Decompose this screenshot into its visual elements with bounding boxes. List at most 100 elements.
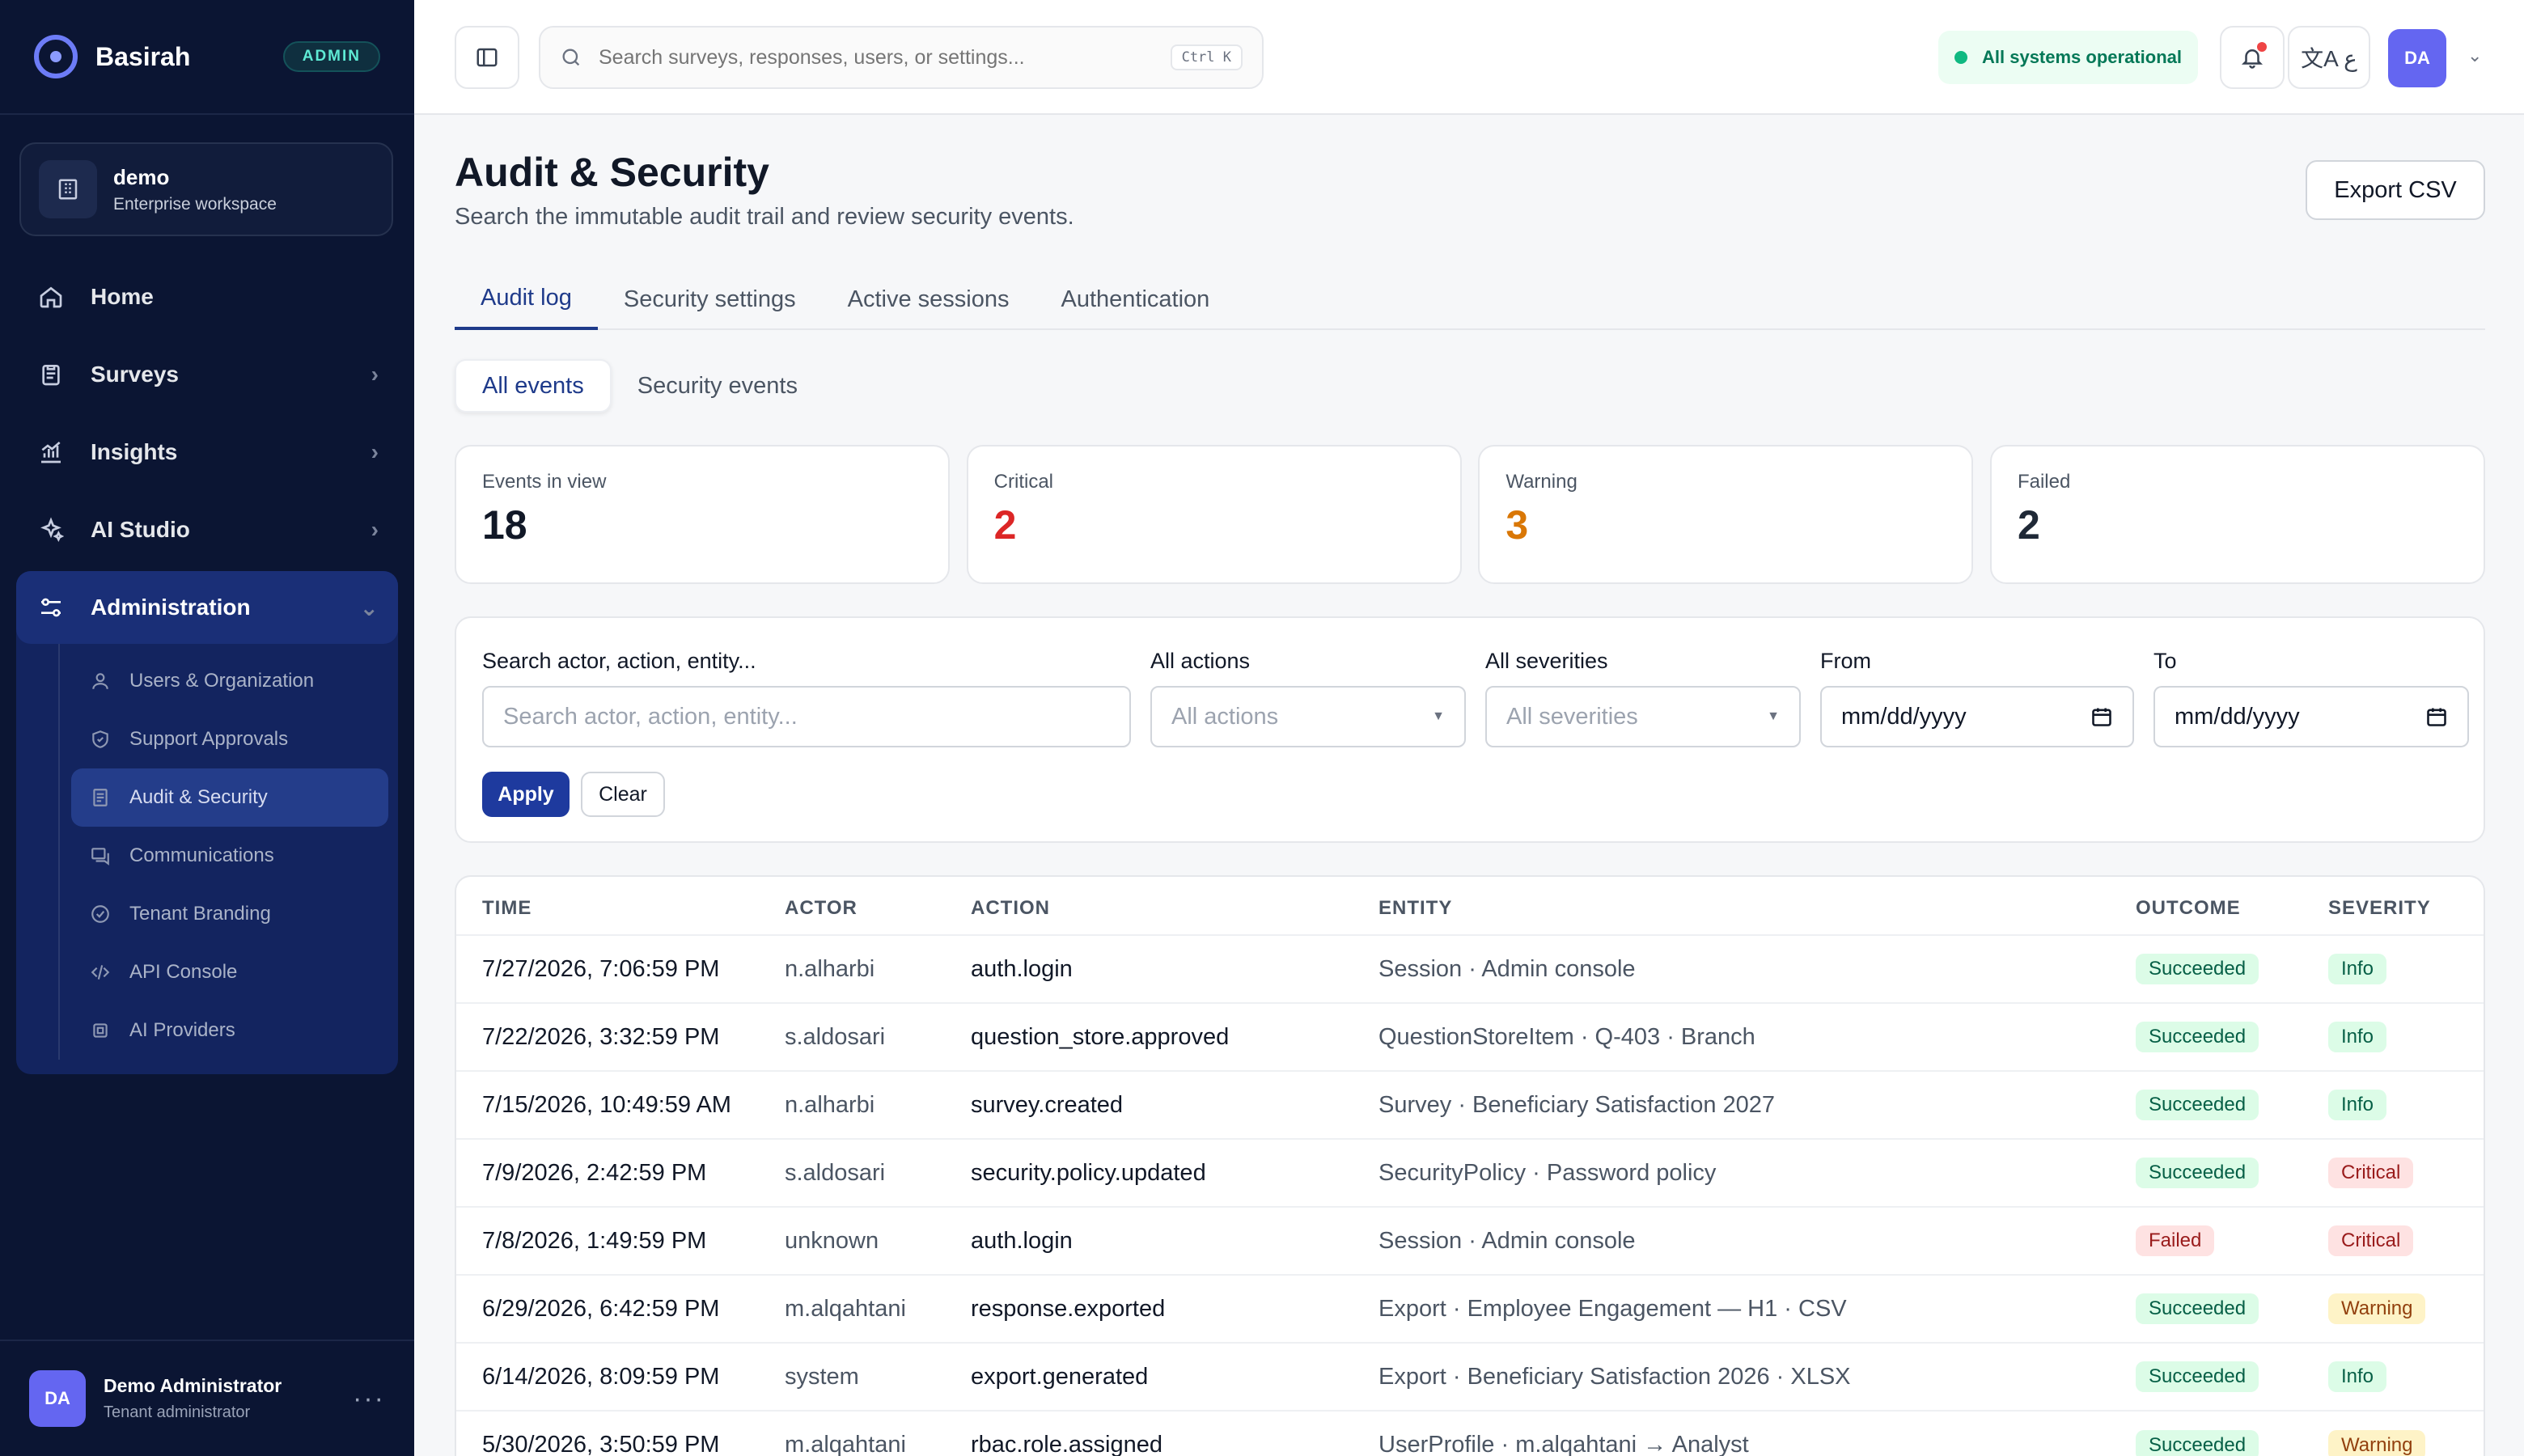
clear-button[interactable]: Clear [581, 772, 665, 817]
sidebar-item-communications[interactable]: Communications [71, 827, 388, 885]
severities-select[interactable]: All severities ▼ [1485, 686, 1801, 747]
segment-security-events[interactable]: Security events [612, 359, 824, 413]
sidebar-item-users-organization[interactable]: Users & Organization [71, 652, 388, 710]
from-date-input[interactable]: mm/dd/yyyy [1820, 686, 2134, 747]
basirah-logo-icon[interactable] [34, 35, 78, 78]
table-row[interactable]: 7/15/2026, 10:49:59 AM n.alharbi survey.… [456, 1070, 2484, 1139]
admin-group: Administration ⌄ Users & Organization Su… [16, 571, 398, 1074]
cell-time: 7/9/2026, 2:42:59 PM [456, 1138, 785, 1207]
page-subtitle: Search the immutable audit trail and rev… [455, 204, 1074, 230]
table-row[interactable]: 7/27/2026, 7:06:59 PM n.alharbi auth.log… [456, 934, 2484, 1003]
users-icon [89, 670, 112, 692]
sidebar-nav: Home Surveys › Insights › AI Studio › Ad… [16, 260, 398, 1074]
notifications-button[interactable] [2220, 26, 2285, 89]
search-filter-label: Search actor, action, entity... [482, 649, 756, 673]
sidebar-item-insights[interactable]: Insights › [16, 416, 398, 489]
actions-filter-label: All actions [1150, 649, 1251, 673]
stat-card-events: Events in view 18 [455, 445, 950, 584]
stat-value: 2 [993, 502, 1017, 548]
language-button[interactable]: 文A ع [2288, 26, 2370, 89]
outcome-badge: Succeeded [2136, 1090, 2259, 1120]
sidebar-item-label: Home [91, 284, 154, 309]
global-search[interactable]: Ctrl K [539, 26, 1264, 89]
sliders-icon [36, 592, 66, 623]
column-header-actor[interactable]: ACTOR [785, 877, 971, 935]
page-title: Audit & Security [455, 150, 769, 195]
workspace-switcher[interactable]: demo Enterprise workspace [19, 142, 393, 236]
column-header-entity[interactable]: ENTITY [1378, 877, 2136, 935]
user-role: Tenant administrator [104, 1403, 251, 1421]
column-header-outcome[interactable]: OUTCOME [2136, 877, 2328, 935]
sidebar-item-ai-providers[interactable]: AI Providers [71, 1001, 388, 1060]
system-status-badge[interactable]: All systems operational [1938, 31, 2198, 84]
table-row[interactable]: 6/29/2026, 6:42:59 PM m.alqahtani respon… [456, 1274, 2484, 1343]
table-row[interactable]: 5/30/2026, 3:50:59 PM m.alqahtani rbac.r… [456, 1410, 2484, 1456]
sidebar-item-ai-studio[interactable]: AI Studio › [16, 493, 398, 566]
from-date-label: From [1820, 649, 1871, 673]
table-row[interactable]: 7/9/2026, 2:42:59 PM s.aldosari security… [456, 1138, 2484, 1207]
stat-card-critical: Critical 2 [966, 445, 1462, 584]
sidebar-item-support-approvals[interactable]: Support Approvals [71, 710, 388, 768]
export-csv-button[interactable]: Export CSV [2306, 160, 2485, 220]
chevron-right-icon: › [371, 517, 379, 542]
sidebar-toggle-button[interactable] [455, 26, 519, 89]
event-filter-segment: All events Security events [455, 359, 824, 413]
sidebar-user[interactable]: DA Demo Administrator Tenant administrat… [0, 1340, 414, 1456]
cell-action: export.generated [971, 1342, 1378, 1411]
sidebar-item-home[interactable]: Home [16, 260, 398, 333]
severity-badge: Warning [2328, 1293, 2426, 1324]
table-row[interactable]: 7/22/2026, 3:32:59 PM s.aldosari questio… [456, 1002, 2484, 1071]
table-header-row: TIME ACTOR ACTION ENTITY OUTCOME SEVERIT… [456, 877, 2484, 935]
search-input[interactable] [599, 45, 1171, 70]
sidebar-item-api-console[interactable]: API Console [71, 943, 388, 1001]
sidebar-item-surveys[interactable]: Surveys › [16, 338, 398, 411]
cell-action: auth.login [971, 1206, 1378, 1275]
cell-entity: SecurityPolicy · Password policy [1378, 1138, 2136, 1207]
tabs: Audit log Security settings Active sessi… [455, 269, 2485, 330]
actions-select[interactable]: All actions ▼ [1150, 686, 1466, 747]
cell-action: response.exported [971, 1274, 1378, 1343]
message-icon [89, 844, 112, 867]
more-icon[interactable]: ··· [353, 1383, 385, 1415]
tab-security-settings[interactable]: Security settings [598, 269, 822, 330]
admin-sub-list: Users & Organization Support Approvals A… [58, 644, 398, 1060]
tab-authentication[interactable]: Authentication [1035, 269, 1235, 330]
audit-log-table: TIME ACTOR ACTION ENTITY OUTCOME SEVERIT… [455, 875, 2485, 1456]
table-row[interactable]: 7/8/2026, 1:49:59 PM unknown auth.login … [456, 1206, 2484, 1275]
segment-all-events[interactable]: All events [455, 359, 612, 413]
cell-actor: s.aldosari [785, 1138, 971, 1207]
column-header-action[interactable]: ACTION [971, 877, 1378, 935]
search-filter-input[interactable]: Search actor, action, entity... [482, 686, 1131, 747]
user-avatar-button[interactable]: DA [2388, 29, 2446, 87]
sidebar-toggle-icon [476, 48, 498, 67]
avatar: DA [29, 1370, 86, 1427]
sidebar-item-label: Support Approvals [129, 728, 289, 750]
severities-filter-label: All severities [1485, 649, 1608, 673]
severity-badge: Info [2328, 1022, 2387, 1052]
sidebar-item-administration[interactable]: Administration ⌄ [16, 571, 398, 644]
to-date-input[interactable]: mm/dd/yyyy [2153, 686, 2469, 747]
calendar-icon[interactable] [2425, 705, 2448, 728]
workspace-name: demo [113, 164, 170, 189]
tab-audit-log[interactable]: Audit log [455, 269, 598, 330]
chevron-down-icon[interactable]: ⌄ [2467, 45, 2482, 66]
cell-actor: system [785, 1342, 971, 1411]
cell-entity: Survey · Beneficiary Satisfaction 2027 [1378, 1070, 2136, 1139]
column-header-severity[interactable]: SEVERITY [2328, 877, 2484, 935]
calendar-icon[interactable] [2090, 705, 2113, 728]
search-filter-placeholder: Search actor, action, entity... [503, 703, 798, 730]
sidebar-item-label: Tenant Branding [129, 903, 271, 925]
sidebar-item-tenant-branding[interactable]: Tenant Branding [71, 885, 388, 943]
cell-time: 7/22/2026, 3:32:59 PM [456, 1002, 785, 1071]
caret-down-icon: ▼ [1432, 709, 1445, 723]
tab-active-sessions[interactable]: Active sessions [822, 269, 1035, 330]
outcome-badge: Succeeded [2136, 1158, 2259, 1188]
severity-badge: Info [2328, 1361, 2387, 1392]
column-header-time[interactable]: TIME [456, 877, 785, 935]
sidebar-item-audit-security[interactable]: Audit & Security [71, 768, 388, 827]
apply-button[interactable]: Apply [482, 772, 570, 817]
sidebar-item-label: Insights [91, 439, 178, 464]
chevron-right-icon: › [371, 362, 379, 387]
table-row[interactable]: 6/14/2026, 8:09:59 PM system export.gene… [456, 1342, 2484, 1411]
cell-action: question_store.approved [971, 1002, 1378, 1071]
